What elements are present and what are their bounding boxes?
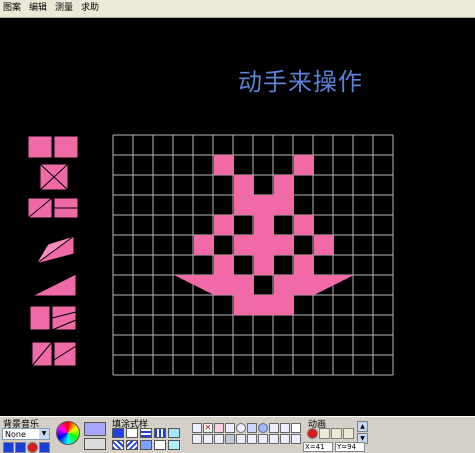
bg-music-select[interactable]: None ▼ <box>2 428 50 440</box>
fill-style-dots[interactable] <box>168 440 180 450</box>
grid-board[interactable] <box>112 134 412 380</box>
fill-style-cross[interactable] <box>154 440 166 450</box>
fill-style-vertical[interactable] <box>154 428 166 438</box>
fill-style-back-diagonal[interactable] <box>126 440 138 450</box>
menu-measure[interactable]: 测量 <box>52 0 78 17</box>
palette-diagonal-squares[interactable] <box>28 197 79 219</box>
line-color-swatch[interactable] <box>84 438 106 450</box>
arrow-up-icon[interactable]: ▲ <box>357 421 368 432</box>
shape-tool-icon[interactable] <box>247 423 257 433</box>
page-title: 动手来操作 <box>238 68 363 96</box>
ellipse-tool-icon[interactable] <box>258 423 268 433</box>
palette-split-squares[interactable] <box>29 305 77 331</box>
palette-triangle[interactable] <box>31 273 77 297</box>
palette-square-right[interactable] <box>53 136 79 159</box>
grid-tool-icon[interactable] <box>280 434 290 444</box>
polygon-tool-icon[interactable] <box>269 423 279 433</box>
bottom-toolbar: 背景音乐 None ▼ 填涂式样 ✕ 动画 ▲ ▼ X=41 Y=94 <box>0 416 475 453</box>
undo-tool-icon[interactable] <box>291 434 301 444</box>
palette-crossed-square[interactable] <box>39 163 69 191</box>
measure-tool-icon[interactable] <box>269 434 279 444</box>
fill-style-empty[interactable] <box>126 428 138 438</box>
fill-style-horizontal[interactable] <box>140 428 152 438</box>
fill-style-light[interactable] <box>168 428 180 438</box>
fill-style-solid[interactable] <box>112 428 124 438</box>
circle-tool-icon[interactable] <box>236 423 246 433</box>
status-x: X=41 <box>303 442 333 452</box>
copy-tool-icon[interactable] <box>236 434 246 444</box>
anim-play-icon[interactable] <box>319 428 330 439</box>
fill-style-grid[interactable] <box>140 440 152 450</box>
zoom-tool-icon[interactable] <box>225 434 235 444</box>
anim-step-icon[interactable] <box>331 428 342 439</box>
rotate-tool-icon[interactable] <box>203 434 213 444</box>
select-tool-icon[interactable] <box>192 423 202 433</box>
arrow-figure <box>174 155 354 315</box>
menu-help[interactable]: 求助 <box>78 0 104 17</box>
delete-tool-icon[interactable]: ✕ <box>203 423 213 433</box>
menu-edit[interactable]: 编辑 <box>26 0 52 17</box>
flip-tool-icon[interactable] <box>214 434 224 444</box>
paste-tool-icon[interactable] <box>247 434 257 444</box>
rect-tool-icon[interactable] <box>225 423 235 433</box>
pause-icon[interactable] <box>39 442 50 453</box>
shape-palette <box>28 136 79 367</box>
menu-bar: 图案 编辑 测量 求助 <box>0 0 475 18</box>
chevron-down-icon: ▼ <box>39 429 49 439</box>
line-tool-icon[interactable] <box>280 423 290 433</box>
text-tool-icon[interactable] <box>258 434 268 444</box>
anim-stop-icon[interactable] <box>343 428 354 439</box>
menu-pattern[interactable]: 图案 <box>0 0 26 17</box>
curve-tool-icon[interactable] <box>291 423 301 433</box>
color-wheel-icon[interactable] <box>56 421 80 445</box>
square-tool-icon[interactable] <box>214 423 224 433</box>
bg-music-value: None <box>5 430 26 439</box>
fill-color-swatch[interactable] <box>84 422 106 436</box>
palette-slash-squares[interactable] <box>31 341 77 367</box>
stop-icon[interactable] <box>3 442 14 453</box>
anim-record-icon[interactable] <box>307 428 318 439</box>
status-y: Y=94 <box>335 442 365 452</box>
palette-square-left[interactable] <box>28 136 53 159</box>
play-icon[interactable] <box>15 442 26 453</box>
move-tool-icon[interactable] <box>192 434 202 444</box>
fill-style-diagonal[interactable] <box>112 440 124 450</box>
record-icon[interactable] <box>27 442 38 453</box>
